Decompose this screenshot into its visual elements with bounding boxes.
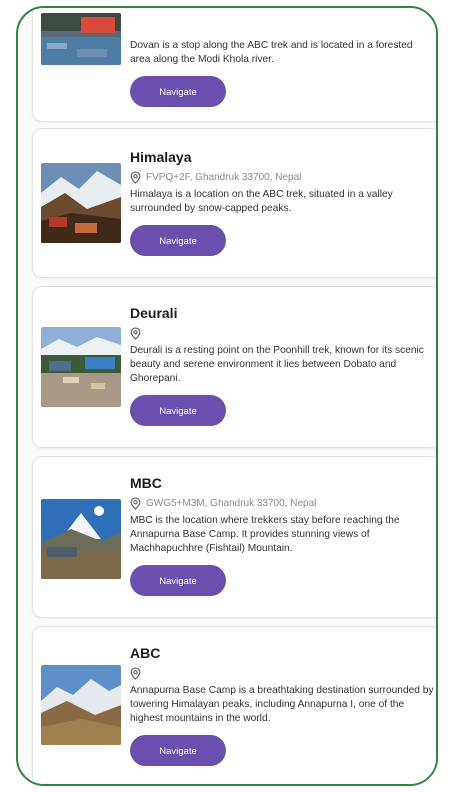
place-image-himalaya: [41, 163, 121, 243]
navigate-button-deurali[interactable]: Navigate: [130, 395, 226, 426]
place-location: [130, 326, 435, 340]
place-description: Himalaya is a location on the ABC trek, …: [130, 189, 393, 214]
location-pin-icon: [130, 170, 141, 184]
place-location: FVPQ+2F, Ghandruk 33700, Nepal: [130, 170, 435, 184]
place-description: Dovan is a stop along the ABC trek and i…: [130, 40, 413, 65]
phone-frame: Dovan is a stop along the ABC trek and i…: [16, 6, 438, 786]
location-pin-icon: [130, 326, 141, 340]
place-title: ABC: [130, 645, 161, 661]
place-title: Deurali: [130, 305, 178, 321]
place-image-abc: [41, 665, 121, 745]
place-card-abc: ABC Annapurna Base Camp is a breathtakin…: [32, 626, 436, 784]
place-description: Deurali is a resting point on the Poonhi…: [130, 345, 424, 384]
place-description: MBC is the location where trekkers stay …: [130, 515, 400, 554]
navigate-button-himalaya[interactable]: Navigate: [130, 225, 226, 256]
place-location: [130, 666, 435, 680]
place-description: Annapurna Base Camp is a breathtaking de…: [130, 685, 434, 724]
place-title: MBC: [130, 475, 162, 491]
location-pin-icon: [130, 666, 141, 680]
place-image-dovan: [41, 13, 121, 65]
place-address: FVPQ+2F, Ghandruk 33700, Nepal: [146, 171, 302, 183]
place-card-mbc: MBC GWG5+M3M, Ghandruk 33700, Nepal MBC …: [32, 456, 436, 618]
place-image-mbc: [41, 499, 121, 579]
place-location: GWG5+M3M, Ghandruk 33700, Nepal: [130, 496, 435, 510]
navigate-button-mbc[interactable]: Navigate: [130, 565, 226, 596]
place-title: Himalaya: [130, 149, 192, 165]
location-pin-icon: [130, 496, 141, 510]
place-image-deurali: [41, 327, 121, 407]
place-card-himalaya: Himalaya FVPQ+2F, Ghandruk 33700, Nepal …: [32, 128, 436, 278]
place-card-deurali: Deurali Deurali is a resting point on th…: [32, 286, 436, 448]
navigate-button-dovan[interactable]: Navigate: [130, 76, 226, 107]
place-address: GWG5+M3M, Ghandruk 33700, Nepal: [146, 497, 317, 509]
place-card-dovan: Dovan is a stop along the ABC trek and i…: [32, 8, 436, 122]
navigate-button-abc[interactable]: Navigate: [130, 735, 226, 766]
